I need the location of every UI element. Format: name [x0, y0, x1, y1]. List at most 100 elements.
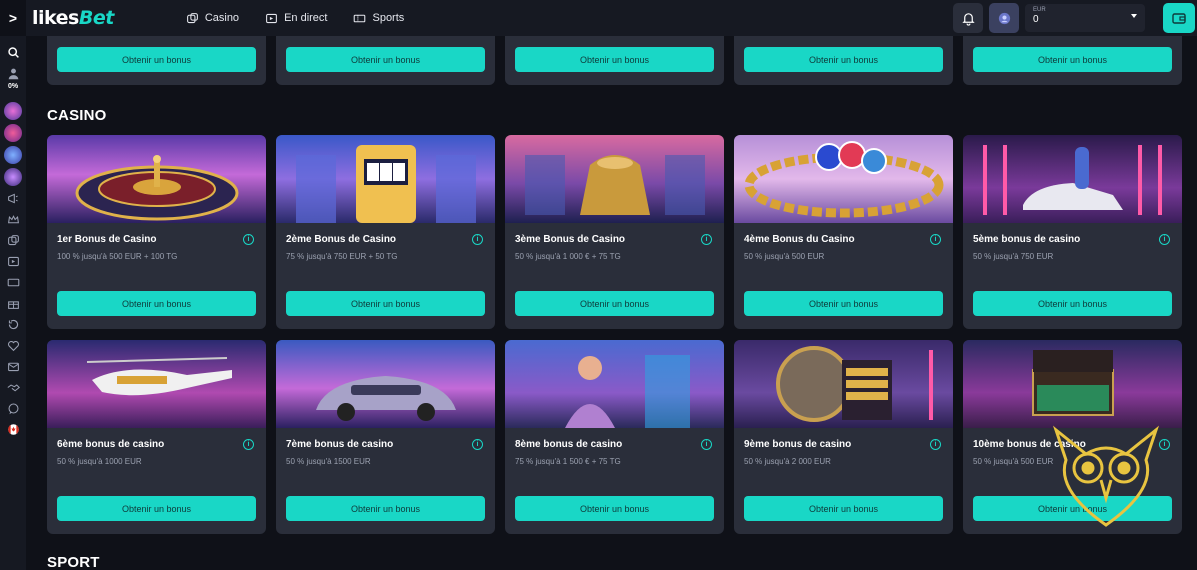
sidebar-casino[interactable]	[5, 232, 21, 248]
get-bonus-button[interactable]: Obtenir un bonus	[973, 291, 1172, 316]
card-subtitle: 50 % jusqu'à 1500 EUR	[286, 457, 371, 466]
sport-section-title: SPORT	[47, 554, 100, 570]
handshake-icon	[6, 383, 20, 391]
get-bonus-button[interactable]: Obtenir un bonus	[57, 47, 256, 72]
notifications-button[interactable]	[953, 3, 983, 33]
sidebar-search[interactable]	[5, 44, 21, 60]
get-bonus-button[interactable]: Obtenir un bonus	[973, 47, 1172, 72]
card-image-money-bag	[505, 135, 724, 223]
sidebar-game-4[interactable]	[4, 168, 22, 186]
get-bonus-button[interactable]: Obtenir un bonus	[286, 496, 485, 521]
sidebar-game-1[interactable]	[4, 102, 22, 120]
bonus-card: 2ème Bonus de Casino i 75 % jusqu'à 750 …	[276, 135, 495, 329]
nav-casino[interactable]: Casino	[186, 12, 239, 25]
card-subtitle: 75 % jusqu'à 750 EUR + 50 TG	[286, 252, 398, 261]
history-icon	[8, 319, 18, 329]
get-bonus-button[interactable]: Obtenir un bonus	[515, 47, 714, 72]
avatar-icon	[998, 12, 1010, 24]
info-icon[interactable]: i	[701, 439, 712, 450]
card-image-woman-casino	[505, 340, 724, 428]
dice-icon	[186, 12, 198, 23]
bonus-card: 7ème bonus de casino i 50 % jusqu'à 1500…	[276, 340, 495, 534]
wallet-button[interactable]	[1163, 3, 1195, 33]
get-bonus-button[interactable]: Obtenir un bonus	[515, 496, 714, 521]
sidebar-gifts[interactable]	[5, 295, 21, 311]
megaphone-icon	[7, 193, 18, 203]
card-image-luxury-car	[276, 340, 495, 428]
nav-sports[interactable]: Sports	[353, 12, 404, 25]
sidebar-partners[interactable]	[5, 379, 21, 395]
sidebar-game-3[interactable]	[4, 146, 22, 164]
sidebar-chat[interactable]	[5, 400, 21, 416]
sidebar-user[interactable]	[5, 65, 21, 81]
card-title: 5ème bonus de casino	[973, 234, 1081, 245]
card-title: 1er Bonus de Casino	[57, 234, 157, 245]
profile-avatar-button[interactable]	[989, 3, 1019, 33]
balance-amount: 0	[1033, 14, 1039, 25]
card-title: 8ème bonus de casino	[515, 439, 623, 450]
get-bonus-button[interactable]: Obtenir un bonus	[515, 291, 714, 316]
info-icon[interactable]: i	[472, 439, 483, 450]
sidebar-favorites[interactable]	[5, 337, 21, 353]
get-bonus-button[interactable]: Obtenir un bonus	[286, 291, 485, 316]
card-subtitle: 50 % jusqu'à 1 000 € + 75 TG	[515, 252, 621, 261]
card-image-briefcase	[963, 340, 1182, 428]
get-bonus-button[interactable]: Obtenir un bonus	[744, 47, 943, 72]
main-content: Obtenir un bonus Obtenir un bonus Obteni…	[26, 36, 1197, 570]
sidebar-live[interactable]	[5, 253, 21, 269]
live-icon	[7, 256, 19, 266]
info-icon[interactable]: i	[243, 234, 254, 245]
sidebar-vip[interactable]	[5, 211, 21, 227]
get-bonus-button[interactable]: Obtenir un bonus	[57, 291, 256, 316]
get-bonus-button[interactable]: Obtenir un bonus	[744, 496, 943, 521]
wallet-icon	[1172, 13, 1186, 24]
bonus-card-partial: Obtenir un bonus	[47, 36, 266, 85]
mail-icon	[7, 362, 19, 371]
card-title: 2ème Bonus de Casino	[286, 234, 397, 245]
get-bonus-button[interactable]: Obtenir un bonus	[286, 47, 485, 72]
card-subtitle: 50 % jusqu'à 1000 EUR	[57, 457, 142, 466]
get-bonus-button[interactable]: Obtenir un bonus	[57, 496, 256, 521]
dice-icon	[7, 234, 19, 245]
logo-bet: Bet	[78, 7, 114, 29]
card-image-helicopter	[47, 340, 266, 428]
chat-icon	[8, 403, 18, 414]
balance-selector[interactable]: EUR 0	[1025, 4, 1145, 32]
owl-watermark-icon	[1052, 425, 1160, 527]
get-bonus-button[interactable]: Obtenir un bonus	[744, 291, 943, 316]
sidebar: 0%	[0, 36, 26, 570]
bonus-card: 1er Bonus de Casino i 100 % jusqu'à 500 …	[47, 135, 266, 329]
sidebar-progress-percent: 0%	[7, 83, 19, 90]
site-logo[interactable]: likesBet	[32, 7, 114, 29]
info-icon[interactable]: i	[701, 234, 712, 245]
nav-live[interactable]: En direct	[265, 12, 327, 25]
bonus-card: 9ème bonus de casino i 50 % jusqu'à 2 00…	[734, 340, 953, 534]
sidebar-sports[interactable]	[5, 274, 21, 290]
balance-currency: EUR	[1033, 7, 1046, 13]
sidebar-promotions[interactable]	[5, 190, 21, 206]
info-icon[interactable]: i	[1159, 234, 1170, 245]
sidebar-messages[interactable]	[5, 358, 21, 374]
casino-bonus-row-1: 1er Bonus de Casino i 100 % jusqu'à 500 …	[47, 135, 1182, 329]
info-icon[interactable]: i	[930, 439, 941, 450]
info-icon[interactable]: i	[930, 234, 941, 245]
card-title: 7ème bonus de casino	[286, 439, 394, 450]
bonus-card: 8ème bonus de casino i 75 % jusqu'à 1 50…	[505, 340, 724, 534]
info-icon[interactable]: i	[243, 439, 254, 450]
crown-icon	[7, 214, 19, 223]
card-title: 9ème bonus de casino	[744, 439, 852, 450]
sidebar-game-2[interactable]	[4, 124, 22, 142]
search-icon	[7, 46, 19, 58]
info-icon[interactable]: i	[472, 234, 483, 245]
card-subtitle: 50 % jusqu'à 500 EUR	[744, 252, 825, 261]
bonus-card-partial: Obtenir un bonus	[505, 36, 724, 85]
sidebar-language[interactable]	[5, 421, 21, 437]
chevron-down-icon	[1131, 14, 1137, 18]
sidebar-toggle-button[interactable]: >	[0, 0, 26, 36]
gift-icon	[7, 300, 19, 309]
card-image-roulette	[47, 135, 266, 223]
bell-icon	[961, 12, 975, 26]
logo-likes: likes	[32, 7, 79, 29]
nav-casino-label: Casino	[204, 12, 240, 24]
sidebar-history[interactable]	[5, 316, 21, 332]
